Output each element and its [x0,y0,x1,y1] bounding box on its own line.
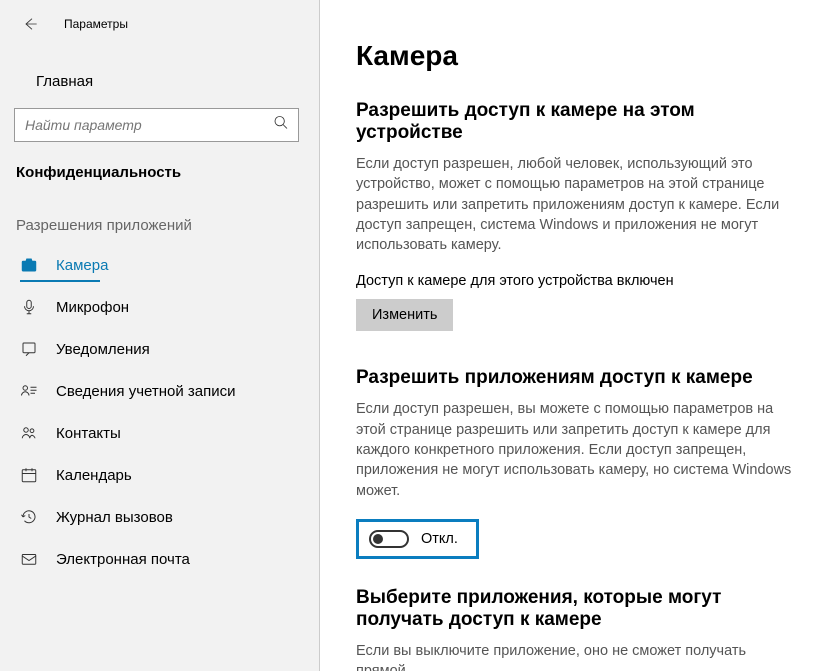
change-button[interactable]: Изменить [356,299,453,331]
sidebar-item-call-history[interactable]: Журнал вызовов [0,496,319,538]
camera-access-status: Доступ к камере для этого устройства вкл… [356,273,796,289]
sidebar-item-label: Уведомления [56,341,150,358]
sidebar-item-label: Микрофон [56,299,129,316]
history-icon [20,508,38,526]
sidebar-item-label: Электронная почта [56,551,190,568]
section-heading: Разрешения приложений [0,191,319,244]
section2-heading: Разрешить приложениям доступ к камере [356,367,796,389]
sidebar-item-microphone[interactable]: Микрофон [0,286,319,328]
sidebar-item-email[interactable]: Электронная почта [0,538,319,580]
home-label: Главная [36,73,93,90]
account-icon [20,382,38,400]
search-input[interactable] [14,108,299,142]
apps-camera-toggle[interactable]: Откл. [356,519,479,559]
home-link[interactable]: Главная [0,62,319,100]
section1-desc: Если доступ разрешен, любой человек, исп… [356,154,796,255]
sidebar-item-camera[interactable]: Камера [0,244,319,286]
sidebar-item-calendar[interactable]: Календарь [0,454,319,496]
toggle-label: Откл. [421,531,458,547]
sidebar-item-label: Камера [56,257,108,274]
section3-desc: Если вы выключите приложение, оно не смо… [356,641,796,671]
sidebar-item-label: Сведения учетной записи [56,383,236,400]
sidebar-item-contacts[interactable]: Контакты [0,412,319,454]
page-title: Камера [356,40,796,72]
category-title: Конфиденциальность [0,142,319,191]
microphone-icon [20,298,38,316]
search-icon [273,115,289,136]
contacts-icon [20,424,38,442]
section2-desc: Если доступ разрешен, вы можете с помощь… [356,399,796,500]
calendar-icon [20,466,38,484]
toggle-switch-icon [369,530,409,548]
email-icon [20,550,38,568]
back-button[interactable] [18,12,42,36]
sidebar-item-account-info[interactable]: Сведения учетной записи [0,370,319,412]
section3-heading: Выберите приложения, которые могут получ… [356,587,796,631]
camera-icon [20,256,38,274]
notifications-icon [20,340,38,358]
sidebar-item-notifications[interactable]: Уведомления [0,328,319,370]
window-title: Параметры [64,17,128,31]
sidebar-item-label: Календарь [56,467,132,484]
back-arrow-icon [22,16,38,32]
section1-heading: Разрешить доступ к камере на этом устрой… [356,100,796,144]
sidebar-item-label: Контакты [56,425,121,442]
sidebar-item-label: Журнал вызовов [56,509,173,526]
